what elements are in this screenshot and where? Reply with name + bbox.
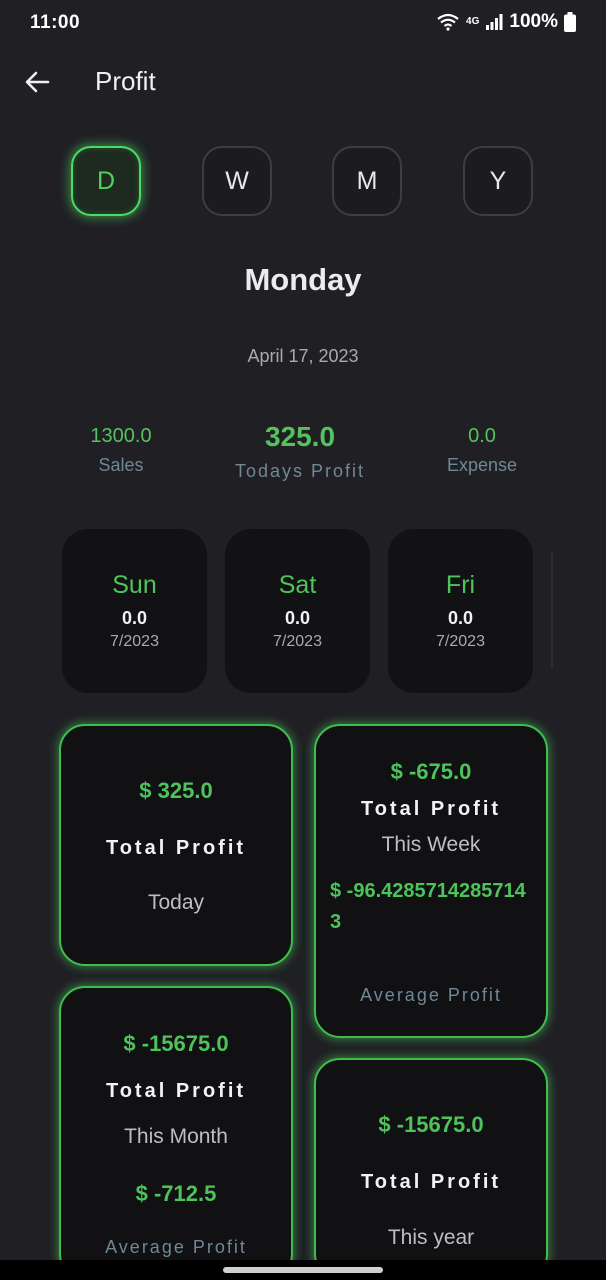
period-week-button[interactable]: W — [202, 146, 272, 216]
status-bar: 11:00 4G 100% — [0, 0, 606, 46]
day-card-sat[interactable]: Sat 0.0 7/2023 — [225, 529, 370, 693]
today-profit-title: Total Profit — [105, 837, 247, 859]
year-profit-card: $ -15675.0 Total Profit This year — [314, 1058, 548, 1280]
period-month-button[interactable]: M — [332, 146, 402, 216]
back-button[interactable] — [22, 66, 54, 98]
signal-icon — [486, 14, 503, 30]
month-profit-title: Total Profit — [105, 1080, 247, 1102]
month-average-profit-value: $ -712.5 — [135, 1181, 217, 1206]
status-icons: 4G 100% — [436, 11, 576, 33]
battery-percent: 100% — [509, 11, 558, 32]
day-card-name: Sun — [112, 571, 157, 599]
date-text: April 17, 2023 — [247, 346, 359, 366]
day-card-date: 7/2023 — [273, 633, 322, 650]
arrow-back-icon — [25, 71, 50, 93]
wifi-icon — [437, 13, 459, 31]
expense-value: 0.0 — [468, 425, 496, 447]
period-day-button[interactable]: D — [71, 146, 141, 216]
today-profit-period: Today — [147, 891, 205, 914]
day-card-date: 7/2023 — [436, 633, 485, 650]
year-profit-amount: $ -15675.0 — [378, 1112, 484, 1137]
week-profit-amount: $ -675.0 — [390, 759, 472, 784]
battery-icon — [564, 12, 576, 32]
todays-profit-label: Todays Profit — [234, 461, 366, 481]
day-card-partial — [551, 553, 553, 669]
network-type: 4G — [466, 16, 480, 27]
day-name: Monday — [244, 262, 362, 297]
period-year-button[interactable]: Y — [463, 146, 533, 216]
year-profit-title: Total Profit — [360, 1171, 502, 1193]
week-profit-card: $ -675.0 Total Profit This Week $ -96.42… — [314, 724, 548, 1038]
month-profit-card: $ -15675.0 Total Profit This Month $ -71… — [59, 986, 293, 1280]
day-card-value: 0.0 — [447, 608, 474, 628]
week-average-profit-value: $ -96.42857142857143 — [330, 880, 526, 933]
today-profit-card: $ 325.0 Total Profit Today — [59, 724, 293, 966]
day-card-sun[interactable]: Sun 0.0 7/2023 — [62, 529, 207, 693]
sales-value: 1300.0 — [90, 425, 152, 447]
sales-label: Sales — [98, 455, 144, 475]
week-average-profit-label: Average Profit — [360, 985, 502, 1005]
expense-label: Expense — [446, 455, 518, 475]
home-gesture-handle[interactable] — [223, 1267, 383, 1273]
todays-profit-value: 325.0 — [264, 421, 336, 452]
day-card-fri[interactable]: Fri 0.0 7/2023 — [388, 529, 533, 693]
day-card-date: 7/2023 — [110, 633, 159, 650]
month-average-profit-label: Average Profit — [105, 1237, 247, 1257]
day-card-value: 0.0 — [284, 608, 311, 628]
year-profit-period: This year — [387, 1226, 475, 1249]
day-card-name: Sat — [278, 571, 317, 599]
day-card-name: Fri — [445, 571, 476, 599]
month-profit-period: This Month — [124, 1125, 228, 1148]
page-title: Profit — [95, 66, 156, 96]
week-profit-title: Total Profit — [360, 798, 502, 820]
week-profit-period: This Week — [381, 833, 481, 856]
status-time: 11:00 — [30, 12, 81, 33]
today-profit-amount: $ 325.0 — [139, 778, 213, 803]
month-profit-amount: $ -15675.0 — [123, 1031, 229, 1056]
day-card-value: 0.0 — [121, 608, 148, 628]
